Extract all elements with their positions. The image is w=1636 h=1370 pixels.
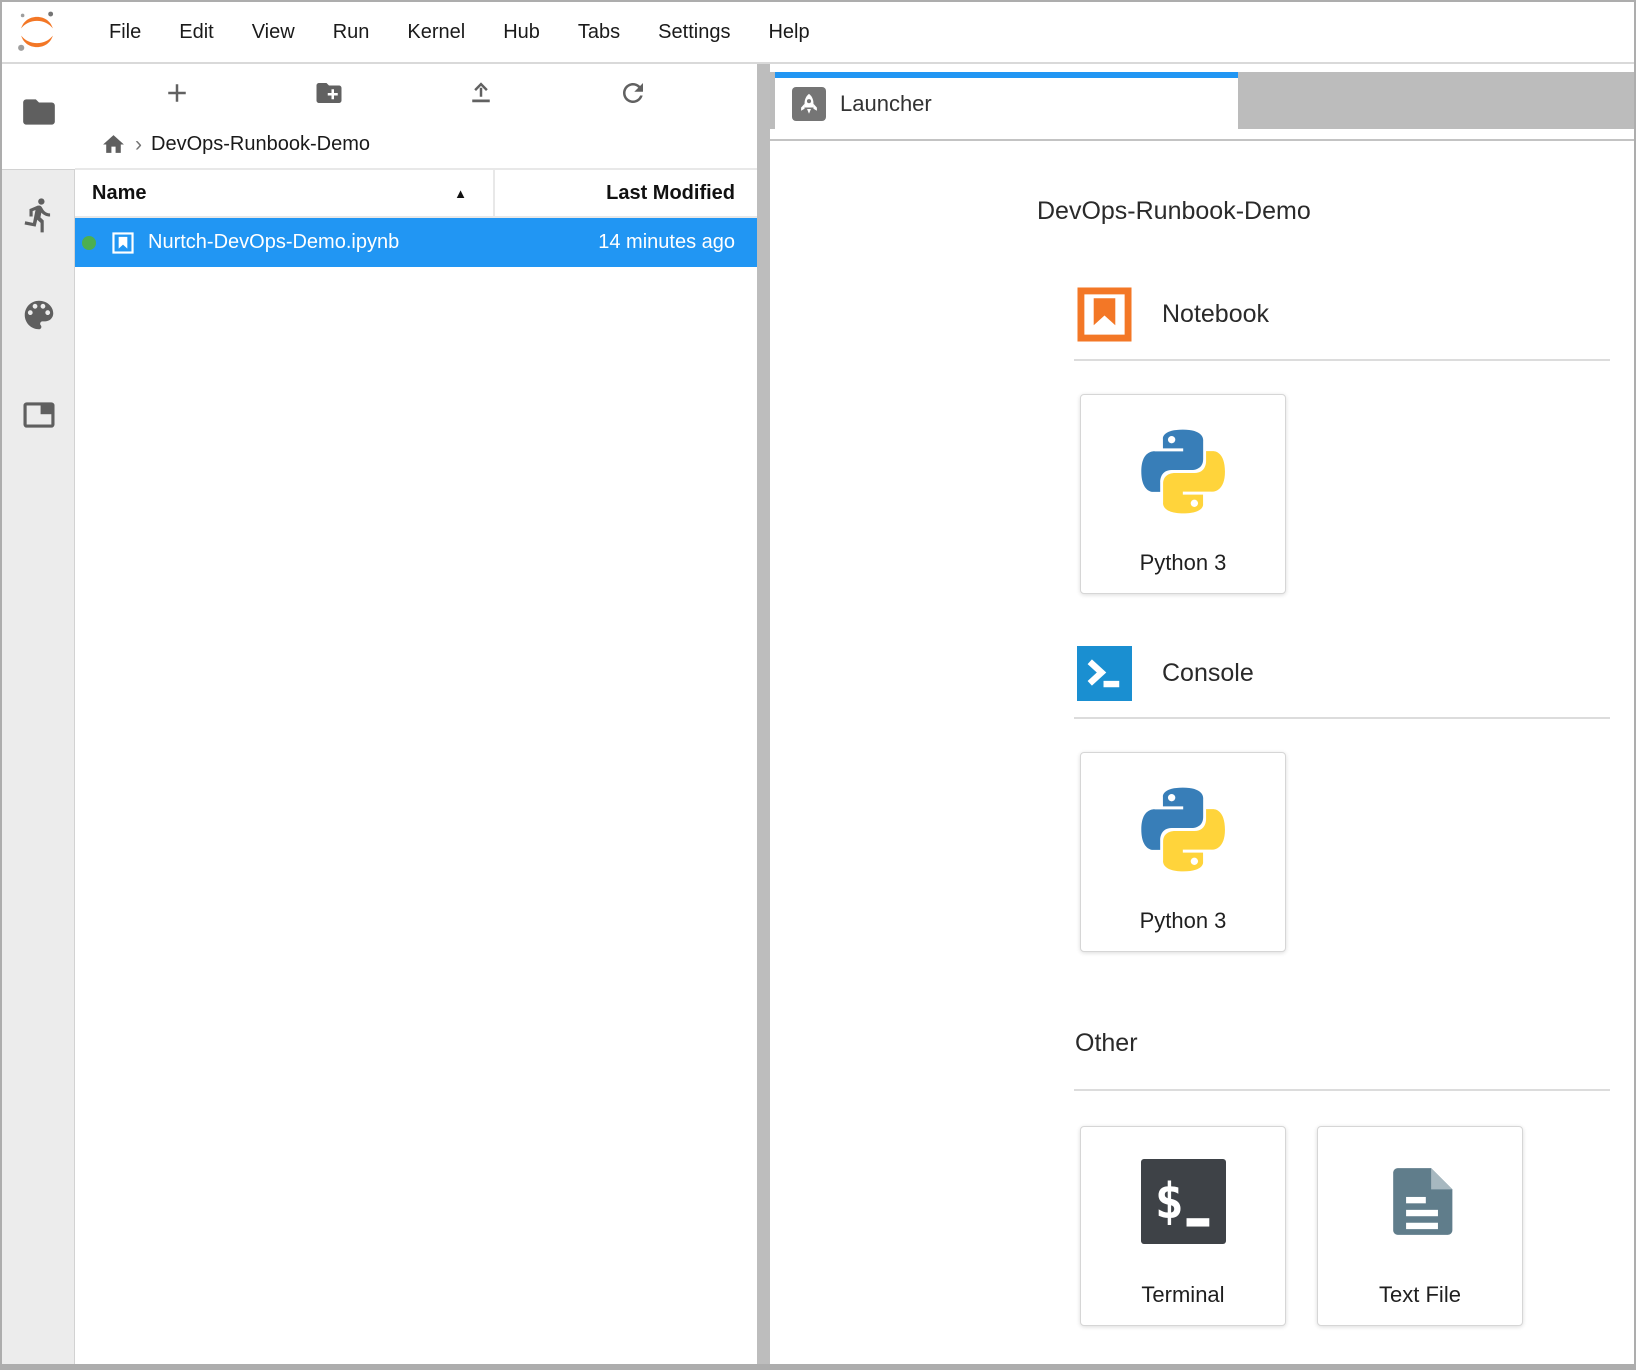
- launcher-card-terminal[interactable]: $ Terminal: [1080, 1126, 1286, 1326]
- kernel-running-dot: [82, 236, 96, 250]
- section-title-other: Other: [1075, 1029, 1138, 1058]
- section-header-console: Console: [1077, 646, 1254, 701]
- text-file-icon: [1378, 1159, 1463, 1244]
- upload-button[interactable]: [405, 71, 557, 115]
- file-row-selected[interactable]: Nurtch-DevOps-Demo.ipynb 14 minutes ago: [75, 218, 757, 267]
- menu-tabs[interactable]: Tabs: [559, 21, 639, 44]
- python-logo-icon: [1136, 423, 1230, 520]
- file-browser-panel: › DevOps-Runbook-Demo Name ▲ Last Modifi…: [75, 64, 757, 1364]
- sidebar-tab-open-tabs[interactable]: [2, 395, 75, 435]
- panel-splitter[interactable]: [757, 64, 770, 1364]
- sidebar-tab-command-palette[interactable]: [2, 295, 75, 335]
- file-last-modified: 14 minutes ago: [598, 231, 757, 254]
- jupyter-logo-icon: [12, 9, 62, 55]
- new-launcher-button[interactable]: [101, 71, 253, 115]
- column-header-name[interactable]: Name ▲: [75, 170, 495, 216]
- launcher-rocket-icon: [792, 87, 826, 121]
- name-header-label: Name: [92, 182, 146, 205]
- upload-icon: [466, 78, 496, 108]
- file-listing-header: Name ▲ Last Modified: [75, 168, 757, 218]
- running-sessions-icon: [20, 196, 58, 234]
- column-header-last-modified[interactable]: Last Modified: [495, 170, 757, 216]
- menu-view[interactable]: View: [233, 21, 314, 44]
- console-icon: [1077, 646, 1132, 701]
- open-tabs-icon: [20, 396, 58, 434]
- file-name: Nurtch-DevOps-Demo.ipynb: [148, 231, 399, 254]
- section-header-notebook: Notebook: [1077, 287, 1269, 342]
- launcher-cwd-title: DevOps-Runbook-Demo: [1037, 197, 1311, 226]
- notebook-icon: [1077, 287, 1132, 342]
- new-launcher-plus-icon: [162, 78, 192, 108]
- tab-launcher[interactable]: Launcher: [775, 72, 1238, 129]
- new-folder-button[interactable]: [253, 71, 405, 115]
- menu-settings[interactable]: Settings: [639, 21, 749, 44]
- section-divider: [1074, 359, 1610, 361]
- menu-help[interactable]: Help: [749, 21, 828, 44]
- notebook-icon: [110, 230, 136, 256]
- sidebar-tab-running-sessions[interactable]: [2, 195, 75, 235]
- section-divider: [1074, 1089, 1610, 1091]
- card-label: Text File: [1379, 1282, 1461, 1308]
- dock-tab-bar: Launcher: [770, 72, 1634, 129]
- refresh-icon: [618, 78, 648, 108]
- activity-sidebar: [2, 64, 75, 1364]
- main-dock-panel: Launcher DevOps-Runbook-Demo Notebook: [770, 64, 1634, 1364]
- file-browser-toolbar: [75, 64, 757, 121]
- section-title-console: Console: [1162, 659, 1254, 688]
- python-logo-icon: [1136, 781, 1230, 878]
- home-icon[interactable]: [101, 132, 126, 157]
- card-label: Python 3: [1140, 908, 1227, 934]
- breadcrumb-separator: ›: [135, 133, 142, 157]
- breadcrumb: › DevOps-Runbook-Demo: [75, 121, 757, 168]
- section-divider: [1074, 717, 1610, 719]
- last-modified-header-label: Last Modified: [606, 182, 735, 205]
- menu-hub[interactable]: Hub: [484, 21, 559, 44]
- menu-items: File Edit View Run Kernel Hub Tabs Setti…: [90, 21, 829, 44]
- launcher-card-notebook-python3[interactable]: Python 3: [1080, 394, 1286, 594]
- menu-kernel[interactable]: Kernel: [388, 21, 484, 44]
- svg-text:$: $: [1154, 1174, 1183, 1230]
- jupyterlab-window: File Edit View Run Kernel Hub Tabs Setti…: [0, 0, 1636, 1370]
- card-label: Python 3: [1140, 550, 1227, 576]
- menu-run[interactable]: Run: [314, 21, 389, 44]
- folder-icon: [20, 93, 58, 131]
- card-label: Terminal: [1141, 1282, 1224, 1308]
- menu-bar: File Edit View Run Kernel Hub Tabs Setti…: [2, 2, 1634, 64]
- breadcrumb-current-folder[interactable]: DevOps-Runbook-Demo: [151, 133, 370, 156]
- terminal-icon: $: [1141, 1159, 1226, 1244]
- launcher-card-text-file[interactable]: Text File: [1317, 1126, 1523, 1326]
- launcher-card-console-python3[interactable]: Python 3: [1080, 752, 1286, 952]
- refresh-button[interactable]: [557, 71, 709, 115]
- sort-ascending-icon: ▲: [454, 186, 467, 201]
- activity-sidebar-background: [2, 169, 75, 1364]
- section-title-notebook: Notebook: [1162, 300, 1269, 329]
- menu-edit[interactable]: Edit: [160, 21, 232, 44]
- tab-launcher-label: Launcher: [840, 91, 932, 117]
- menu-file[interactable]: File: [90, 21, 160, 44]
- launcher-panel: DevOps-Runbook-Demo Notebook Python 3: [770, 141, 1634, 1364]
- command-palette-icon: [20, 296, 58, 334]
- new-folder-icon: [314, 78, 344, 108]
- sidebar-tab-file-browser[interactable]: [2, 92, 75, 132]
